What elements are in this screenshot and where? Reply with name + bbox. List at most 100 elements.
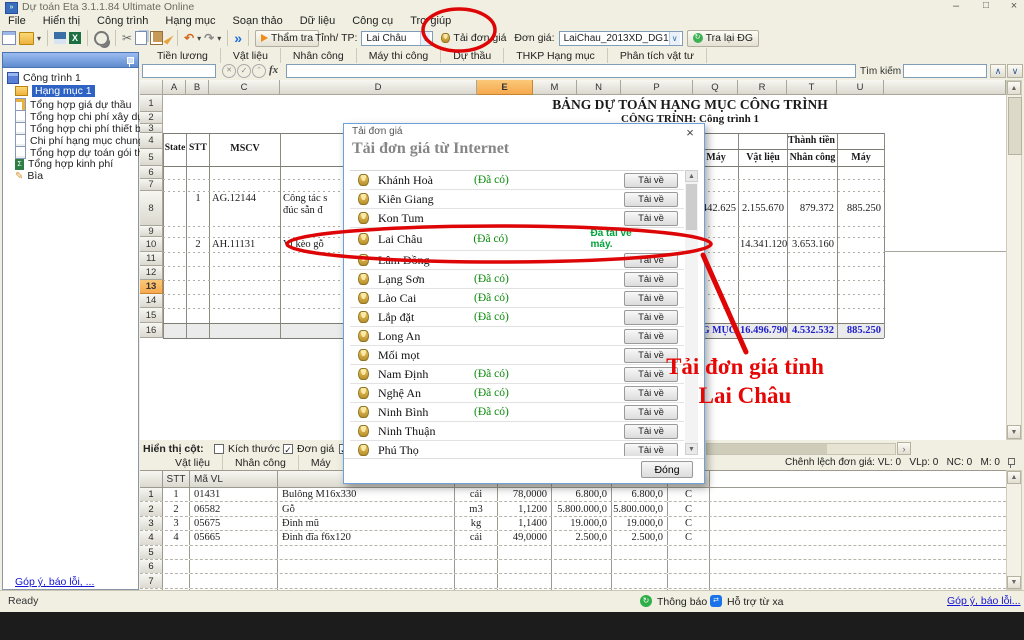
scroll-up-icon[interactable]: ▲ [1007, 81, 1021, 95]
menu-item[interactable]: Hiển thị [43, 15, 80, 27]
close-button[interactable]: × [1002, 0, 1024, 12]
format-brush-icon[interactable] [163, 32, 173, 44]
notification-status-icon[interactable]: ↻ [640, 595, 652, 607]
redo-icon[interactable]: ↷ [204, 31, 214, 45]
menu-item[interactable]: Công trình [97, 15, 148, 27]
province-row[interactable]: Long An Tải về [350, 327, 684, 346]
province-row[interactable]: Kon Tum Tải về [350, 209, 684, 228]
col-header-m[interactable]: M [533, 80, 577, 95]
horizontal-scrollbar[interactable] [706, 443, 896, 455]
minimize-button[interactable]: – [944, 0, 968, 12]
material-row[interactable]: 33 05675Đinh mũ kg1,1400 19.000,019.000,… [140, 517, 1006, 531]
col-header-r[interactable]: R [738, 80, 787, 95]
col-header-c[interactable]: C [209, 80, 280, 95]
tree-item-hang-muc[interactable]: Hạng mục 1 [15, 85, 95, 97]
tree-root[interactable]: Công trình 1 [7, 72, 81, 84]
find-input[interactable] [903, 64, 987, 78]
menu-item[interactable]: Công cụ [352, 15, 393, 27]
menu-item[interactable]: Hạng mục [165, 15, 215, 27]
feedback-link-left[interactable]: Góp ý, báo lỗi, ... [15, 576, 94, 588]
kich-thuoc-checkbox[interactable] [214, 444, 224, 454]
name-box[interactable] [142, 64, 216, 78]
menu-item[interactable]: Dữ liệu [300, 15, 336, 27]
col-header-a[interactable]: A [163, 80, 186, 95]
province-row[interactable]: Kiên Giang Tải về [350, 190, 684, 209]
hscrollbar-thumb[interactable] [707, 444, 827, 454]
scrollbar-thumb[interactable] [1008, 97, 1022, 155]
dialog-scrollbar[interactable]: ▲ ▼ [685, 170, 698, 455]
don-gia-combo[interactable]: LaiChau_2013XD_DG1892 ∨ [559, 31, 683, 46]
material-vertical-scrollbar[interactable]: ▲ ▼ [1006, 470, 1022, 590]
col-header-p[interactable]: P [621, 80, 693, 95]
col-header-q[interactable]: Q [693, 80, 738, 95]
download-button[interactable]: Tải về [624, 211, 678, 226]
tree-item-kinh-phi[interactable]: Σ Tổng hợp kinh phí [15, 158, 113, 170]
document-tab[interactable]: Máy thi công [357, 48, 442, 63]
scroll-right-icon[interactable]: › [897, 442, 911, 455]
download-button[interactable]: Tải về [624, 173, 678, 188]
redo-dropdown-icon[interactable]: ▾ [217, 34, 221, 43]
document-tab[interactable]: Phân tích vật tư [608, 48, 707, 63]
scrollbar-thumb[interactable] [686, 184, 697, 230]
download-button[interactable]: Tải về [624, 253, 678, 268]
download-button[interactable]: Tải về [624, 367, 678, 382]
download-button[interactable]: Tải về [624, 348, 678, 363]
material-row-empty[interactable]: 6 [140, 560, 1006, 574]
run-icon[interactable]: » [234, 30, 242, 46]
province-row[interactable]: Lắp đặt (Đã có) Tải về [350, 308, 684, 327]
download-button[interactable]: Tải về [624, 272, 678, 287]
dialog-close-icon[interactable]: × [682, 125, 698, 139]
sheet-vertical-scrollbar[interactable]: ▲ ▼ [1006, 80, 1022, 440]
document-tab[interactable]: Vật liệu [221, 48, 281, 63]
download-button[interactable]: Tải về [624, 405, 678, 420]
open-dropdown-icon[interactable]: ▾ [37, 34, 41, 43]
tham-tra-button[interactable]: Thẩm tra [255, 30, 319, 47]
copy-icon[interactable] [135, 31, 147, 45]
thong-bao-label[interactable]: Thông báo [657, 596, 707, 608]
undo-dropdown-icon[interactable]: ▾ [197, 34, 201, 43]
tree-item-bia[interactable]: ✎ Bìa [15, 170, 43, 182]
feedback-link-right[interactable]: Góp ý, báo lỗi... [947, 595, 1021, 607]
province-row[interactable]: Ninh Bình (Đã có) Tải về [350, 403, 684, 422]
download-button[interactable]: Tải về [624, 310, 678, 325]
col-header-d[interactable]: D [280, 80, 477, 95]
export-excel-icon[interactable]: X [69, 32, 81, 44]
material-row[interactable]: 11 01431Bulông M16x330 cái78,0000 6.800,… [140, 488, 1006, 502]
province-row[interactable]: Nam Định (Đã có) Tải về [350, 365, 684, 384]
expand-icon[interactable]: ˆ [252, 64, 266, 78]
document-tab[interactable]: THKP Hạng mục [504, 48, 608, 63]
download-button[interactable]: Tải về [624, 192, 678, 207]
col-header-blank[interactable] [884, 80, 1006, 95]
material-row-empty[interactable]: 5 [140, 546, 1006, 560]
col-header-u[interactable]: U [837, 80, 884, 95]
scroll-up-icon[interactable]: ▲ [1007, 471, 1021, 484]
province-row[interactable]: Phú Thọ Tải về [350, 441, 684, 456]
download-button[interactable]: Tải về [624, 424, 678, 439]
province-row[interactable]: Khánh Hoà (Đã có) Tải về [350, 171, 684, 190]
ho-tro-tu-xa-label[interactable]: Hỗ trợ từ xa [727, 596, 784, 608]
download-button[interactable]: Tải về [624, 386, 678, 401]
bottom-tab[interactable]: Nhân công [223, 455, 299, 470]
province-row[interactable]: Lâm Đồng Tải về [350, 251, 684, 270]
formula-input[interactable] [286, 64, 856, 78]
bottom-tab[interactable]: Máy [299, 455, 344, 470]
undo-icon[interactable]: ↶ [184, 31, 194, 45]
print-preview-icon[interactable] [94, 31, 109, 46]
find-next-button[interactable]: ∨ [1007, 64, 1023, 78]
tinh-tp-combo[interactable]: Lai Châu ∨ [361, 31, 433, 46]
province-row[interactable]: Ninh Thuận Tải về [350, 422, 684, 441]
province-row[interactable]: Lai Châu (Đã có) Đã tải về máy. [350, 228, 684, 251]
cut-icon[interactable]: ✂ [122, 31, 132, 45]
col-header-n[interactable]: N [577, 80, 621, 95]
dong-button[interactable]: Đóng [641, 461, 693, 478]
download-button[interactable]: Tải về [624, 291, 678, 306]
bottom-tab[interactable]: Vật liệu [163, 455, 223, 470]
province-row[interactable]: Mối mọt Tải về [350, 346, 684, 365]
material-row[interactable]: 22 06582Gỗ m31,1200 5.800.000,05.800.000… [140, 502, 1006, 516]
document-tab[interactable]: Nhân công [281, 48, 357, 63]
download-button[interactable]: Tải về [624, 443, 678, 457]
menu-item[interactable]: Soạn thảo [233, 15, 283, 27]
col-header-t[interactable]: T [787, 80, 837, 95]
scroll-down-icon[interactable]: ▼ [1007, 425, 1021, 439]
tra-lai-dg-button[interactable]: ↻ Tra lại ĐG [687, 30, 759, 47]
